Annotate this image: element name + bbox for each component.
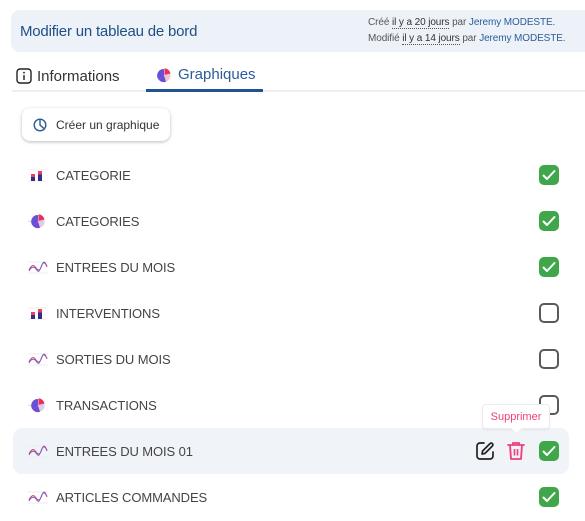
info-icon	[16, 68, 32, 84]
modified-by-text: par	[462, 32, 477, 44]
chart-list-item[interactable]: SORTIES DU MOIS	[13, 336, 569, 382]
line-chart-icon	[28, 489, 48, 505]
pie-chart-icon	[28, 213, 46, 229]
tab-bar: Informations Graphiques	[12, 60, 585, 92]
meta-info: Créé il y a 20 jours par Jeremy MODESTE.…	[368, 15, 566, 47]
chart-name: ARTICLES COMMANDES	[56, 489, 208, 505]
chart-name: TRANSACTIONS	[56, 397, 157, 413]
line-chart-icon	[28, 259, 48, 275]
bar-chart-icon	[28, 167, 46, 183]
modified-prefix: Modifié	[368, 32, 400, 44]
create-chart-label: Créer un graphique	[56, 117, 160, 132]
tab-label: Informations	[37, 67, 120, 85]
chart-list: CATEGORIE CATEGORIES ENTREES DU MOIS INT…	[13, 152, 569, 520]
modified-line: Modifié il y a 14 jours par Jeremy MODES…	[368, 31, 566, 47]
chart-list-item[interactable]: CATEGORIES	[13, 198, 569, 244]
visibility-checkbox[interactable]	[539, 349, 559, 369]
visibility-checkbox[interactable]	[539, 487, 559, 507]
chart-name: INTERVENTIONS	[56, 305, 160, 321]
visibility-checkbox[interactable]	[539, 257, 559, 277]
create-chart-button[interactable]: Créer un graphique	[22, 108, 170, 141]
created-by-text: par	[452, 17, 467, 28]
trash-icon[interactable]	[505, 440, 527, 462]
chart-list-item[interactable]: ENTREES DU MOIS	[13, 244, 569, 290]
chart-name: CATEGORIES	[56, 213, 140, 229]
chart-name: SORTIES DU MOIS	[56, 351, 171, 367]
tab-label: Graphiques	[178, 66, 256, 83]
modified-user-link[interactable]: Jeremy MODESTE.	[479, 33, 565, 44]
chart-pie-outline-icon	[33, 117, 47, 132]
visibility-checkbox[interactable]	[539, 211, 559, 231]
created-user-link[interactable]: Jeremy MODESTE.	[469, 17, 555, 28]
visibility-checkbox[interactable]	[539, 165, 559, 185]
chart-list-item[interactable]: ARTICLES COMMANDES	[13, 474, 569, 520]
chart-list-item[interactable]: INTERVENTIONS	[13, 290, 569, 336]
created-line: Créé il y a 20 jours par Jeremy MODESTE.	[368, 15, 565, 31]
page-title: Modifier un tableau de bord	[20, 23, 198, 40]
modified-relative-time: il y a 14 jours	[402, 32, 460, 45]
created-prefix: Créé	[368, 17, 390, 28]
chart-name: ENTREES DU MOIS	[56, 259, 176, 275]
chart-list-item[interactable]: ENTREES DU MOIS 01	[13, 428, 569, 474]
edit-icon[interactable]	[474, 440, 496, 462]
delete-tooltip: Supprimer	[482, 404, 550, 429]
created-relative-time: il y a 20 jours	[391, 17, 450, 29]
pie-chart-icon	[28, 397, 46, 413]
pie-chart-icon	[156, 67, 173, 83]
page-header: Modifier un tableau de bord Créé il y a …	[11, 10, 585, 52]
line-chart-icon	[28, 443, 48, 459]
visibility-checkbox[interactable]	[539, 303, 559, 323]
line-chart-icon	[28, 351, 48, 367]
chart-name: ENTREES DU MOIS 01	[56, 443, 193, 459]
chart-name: CATEGORIE	[56, 167, 131, 183]
tab-graphiques[interactable]: Graphiques	[146, 60, 263, 92]
tab-informations[interactable]: Informations	[16, 60, 120, 92]
bar-chart-icon	[28, 305, 46, 321]
chart-list-item[interactable]: CATEGORIE	[13, 152, 569, 198]
visibility-checkbox[interactable]	[539, 441, 559, 461]
